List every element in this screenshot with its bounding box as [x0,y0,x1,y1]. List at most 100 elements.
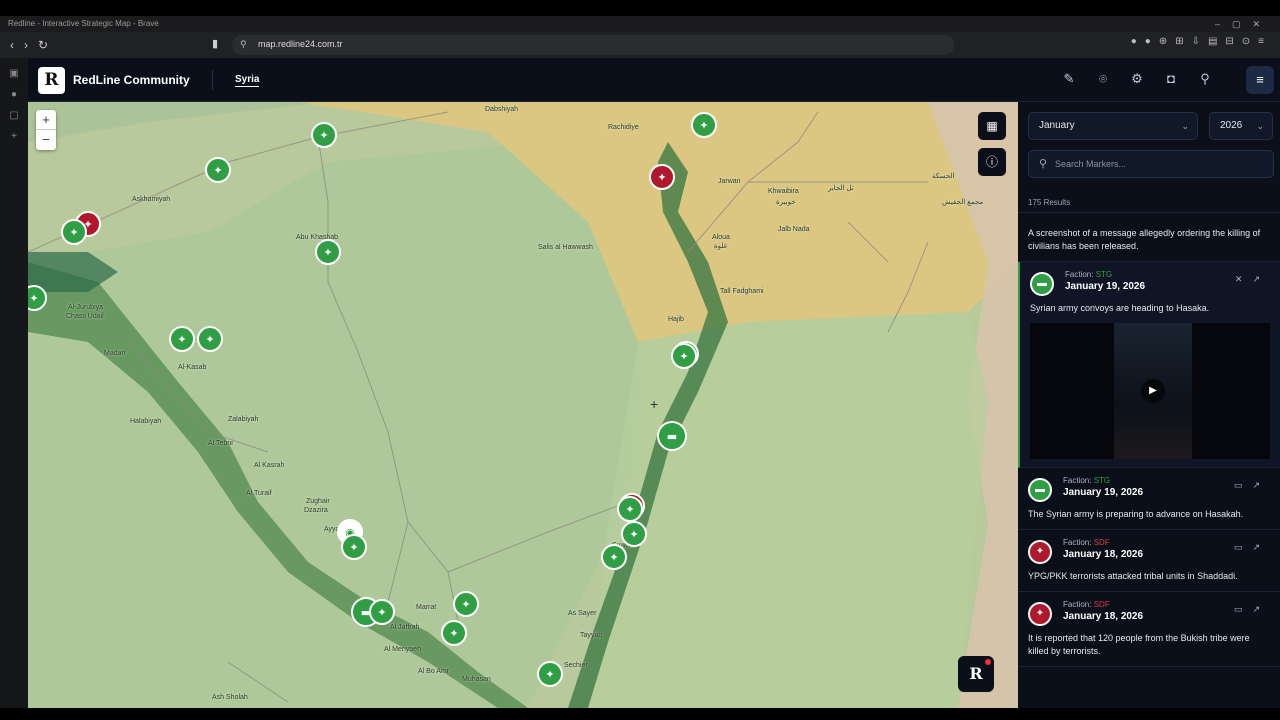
rifle-marker[interactable]: ✦ [28,285,47,311]
item-actions[interactable]: ▭↗ [1234,604,1270,615]
rifle-marker[interactable]: ✦ [671,343,697,369]
map-info-button[interactable]: ⓘ [978,148,1006,176]
item-actions[interactable]: ▭↗ [1234,542,1270,553]
zoom-in-button[interactable]: + [36,110,56,130]
sidebar-panel-icon[interactable]: ▣ [0,68,28,79]
address-bar[interactable]: ⚲ map.redline24.com.tr [232,35,954,55]
item-text: Syrian army convoys are heading to Hasak… [1030,303,1210,313]
url-text: map.redline24.com.tr [258,39,343,49]
faction-name: SDF [1093,600,1110,609]
search-icon[interactable]: ⚲ [1188,71,1222,87]
site-info-icon[interactable]: ⚲ [240,39,247,50]
menu-button[interactable]: ≡ [1246,66,1274,94]
window-titlebar: Redline - Interactive Strategic Map - Br… [0,16,1280,32]
window-title: Redline - Interactive Strategic Map - Br… [8,19,159,28]
sidebar-add-icon[interactable]: + [0,131,28,142]
rifle-marker[interactable]: ✦ [61,219,87,245]
rifle-icon: ✦ [319,129,328,142]
search-icon: ⚲ [1039,158,1048,170]
item-actions[interactable]: ▭↗ [1234,480,1270,491]
browser-sidebar: ▣ ● ▢ + [0,58,28,708]
item-text: The Syrian army is preparing to advance … [1028,509,1244,519]
play-icon[interactable]: ▶ [1141,379,1165,403]
rifle-icon: ✦ [205,333,214,346]
nav-buttons[interactable]: ‹›↻ [10,38,58,52]
map-layers-button[interactable]: ▦ [978,112,1006,140]
header-divider [212,70,213,90]
list-item[interactable]: ✦ Faction: SDF January 18, 2026 ▭↗ It is… [1018,592,1280,667]
rifle-icon: ✦ [213,164,222,177]
bookmark-icon[interactable]: ▮ [212,37,218,50]
rifle-icon: ✦ [449,627,458,640]
crosshair-icon: + [650,396,659,412]
rifle-icon: ✦ [29,292,38,305]
notification-dot [985,659,991,665]
sidebar-tab-icon[interactable]: ● [0,89,28,100]
redline-fab-button[interactable]: R [958,656,994,692]
window-controls[interactable]: –▢✕ [1215,16,1272,32]
screen-top-bar [0,0,1280,16]
rifle-icon: ✦ [461,598,470,611]
truck-icon: ▬ [667,430,677,443]
browser-toolbar: ‹›↻ ⚲ map.redline24.com.tr [0,32,1280,58]
rifle-marker[interactable]: ✦ [315,239,341,265]
rifle-icon: ✦ [69,226,78,239]
item-actions[interactable]: ✕↗ [1235,274,1270,285]
rifle-marker[interactable]: ✦ [369,599,395,625]
list-item-selected[interactable]: ▬ Faction: STG January 19, 2026 ✕↗ Syria… [1018,262,1280,468]
rifle-marker[interactable]: ✦ [311,122,337,148]
truck-marker[interactable]: ▬ [657,421,687,451]
rifle-marker[interactable]: ✦ [691,112,717,138]
year-value: 2026 [1220,120,1243,131]
rifle-marker[interactable]: ✦ [649,164,675,190]
map-canvas[interactable]: Dabshiyah Rachidiye Jarwan Khwaibira خوي… [28,102,1018,708]
settings-icon[interactable]: ⚙ [1120,71,1154,87]
extension-icons[interactable]: ●●⊕⊞⇩▤⊟⊙≡ [1131,36,1272,47]
rifle-icon: ✦ [625,503,634,516]
rifle-marker[interactable]: ✦ [601,544,627,570]
rifle-marker[interactable]: ✦ [537,661,563,687]
rifle-marker[interactable]: ✦ [621,521,647,547]
zoom-out-button[interactable]: − [36,130,56,150]
marker-feed: A screenshot of a message allegedly orde… [1018,212,1280,708]
rifle-icon: ✦ [177,333,186,346]
video-player[interactable]: ▶ [1030,323,1270,459]
chevron-down-icon: ⌄ [1256,121,1264,131]
rifle-marker[interactable]: ✦ [441,620,467,646]
rifle-marker[interactable]: ✦ [169,326,195,352]
rifle-marker[interactable]: ✦ [341,534,367,560]
rifle-icon: ✦ [657,171,666,184]
faction-name: STG [1095,270,1113,279]
faction-name: SDF [1093,538,1110,547]
results-count: 175 Results [1028,198,1071,207]
month-select[interactable]: January ⌄ [1028,112,1198,140]
rifle-icon: ✦ [1028,602,1052,626]
rifle-marker[interactable]: ✦ [617,496,643,522]
rifle-marker[interactable]: ✦ [197,326,223,352]
item-text: A screenshot of a message allegedly orde… [1028,228,1261,251]
list-item[interactable]: ✦ Faction: SDF January 18, 2026 ▭↗ YPG/P… [1018,530,1280,592]
screen-bottom-bar [0,708,1280,720]
truck-icon: ▬ [1028,478,1052,502]
draw-icon[interactable]: ✎ [1052,71,1086,87]
tab-syria[interactable]: Syria [235,74,260,87]
list-item[interactable]: ▬ Faction: STG January 19, 2026 ▭↗ The S… [1018,468,1280,530]
year-select[interactable]: 2026 ⌄ [1209,112,1273,140]
rifle-icon: ✦ [323,246,332,259]
faction-name: STG [1093,476,1111,485]
pin-icon[interactable]: ⌾ [1086,71,1120,87]
rifle-icon: ✦ [609,551,618,564]
search-box: ⚲ [1028,150,1274,178]
search-input[interactable] [1055,156,1265,172]
brand-name[interactable]: RedLine Community [73,73,190,87]
map-markers[interactable]: ✦✦✦✦✦✦✦✦✦✦✦✦▬✦✦✦✦◉✦▬✦✦✦✦ [28,102,1018,708]
rifle-marker[interactable]: ✦ [453,591,479,617]
app-logo[interactable]: R [38,67,65,94]
item-text: It is reported that 120 people from the … [1028,633,1250,656]
rifle-icon: ✦ [629,528,638,541]
list-item[interactable]: A screenshot of a message allegedly orde… [1018,213,1280,262]
rifle-marker[interactable]: ✦ [205,157,231,183]
sidebar-wallet-icon[interactable]: ▢ [0,110,28,121]
camera-icon[interactable]: ◘ [1154,71,1188,86]
app-header: R RedLine Community Syria ✎ ⌾ ⚙ ◘ ⚲ ≡ [28,58,1280,102]
